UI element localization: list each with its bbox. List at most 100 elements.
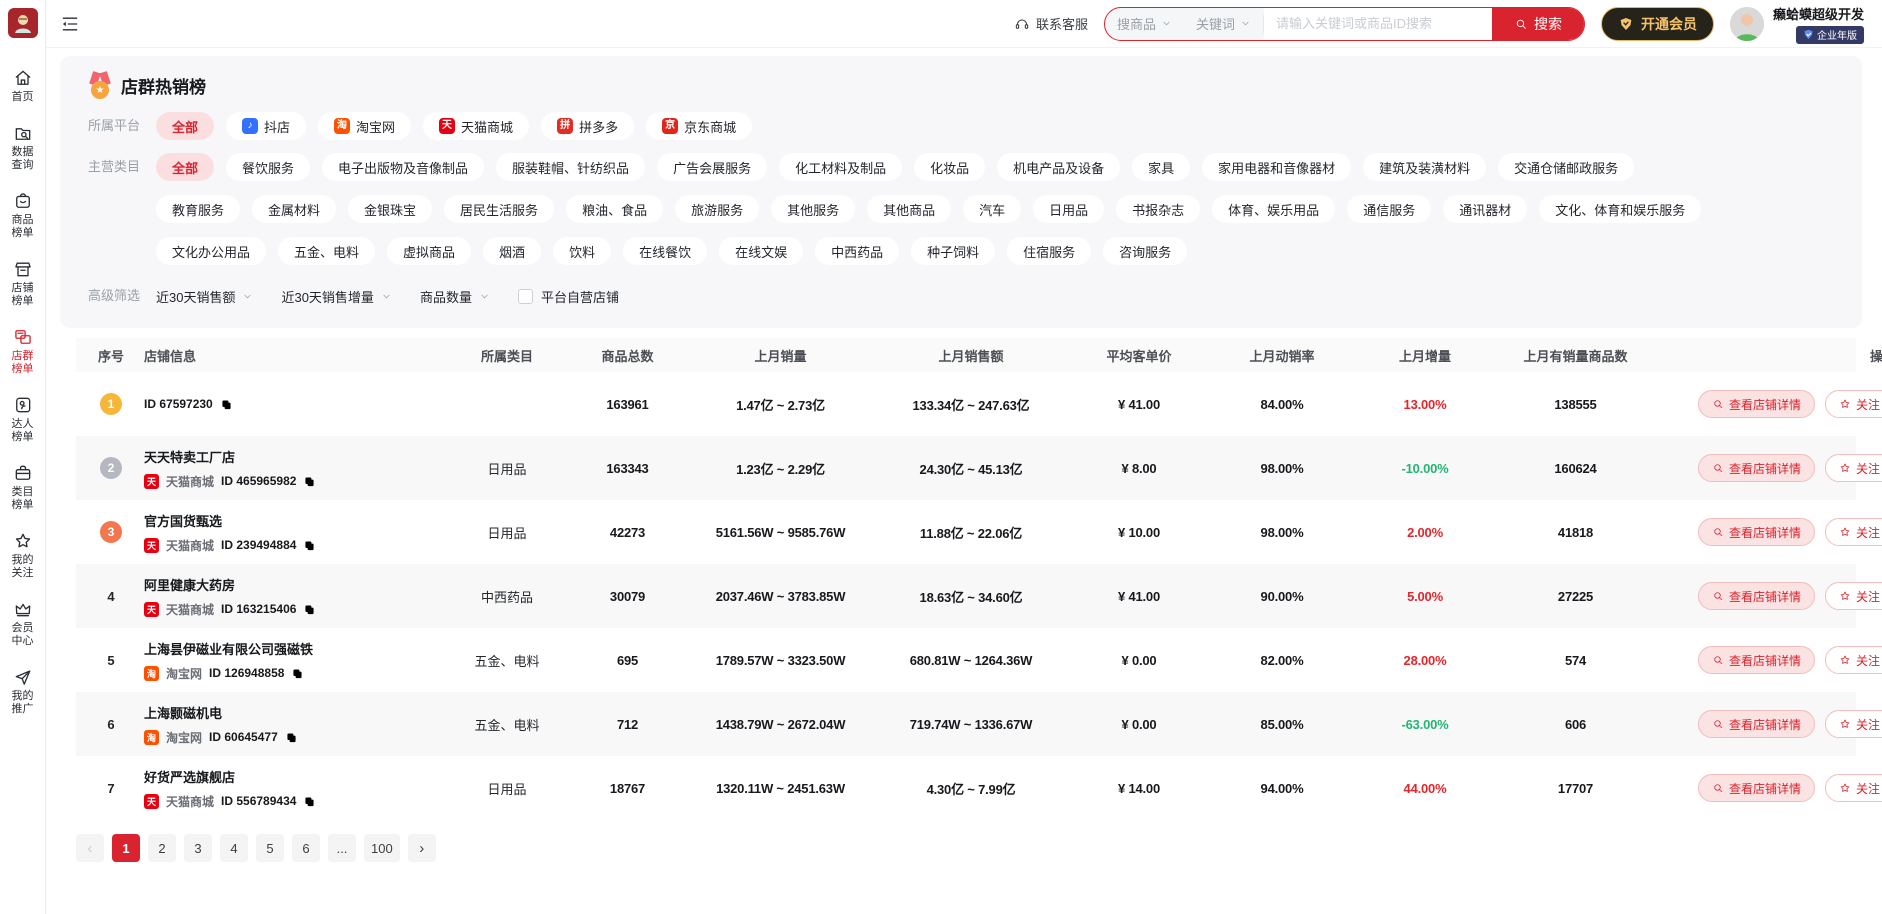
search-button[interactable]: 搜索 (1492, 8, 1584, 40)
sidebar-item-category-rank[interactable]: 类目榜单 (11, 463, 35, 512)
pagination-next-button[interactable]: › (408, 834, 436, 862)
pagination-page-6[interactable]: 6 (292, 834, 320, 862)
category-tag[interactable]: 体育、娱乐用品 (1212, 195, 1335, 223)
copy-id-button[interactable] (303, 795, 316, 808)
view-shop-detail-button[interactable]: 查看店铺详情 (1698, 774, 1815, 802)
category-tag[interactable]: 日用品 (1033, 195, 1104, 223)
category-tag[interactable]: 金银珠宝 (348, 195, 432, 223)
pagination-page-1[interactable]: 1 (112, 834, 140, 862)
category-tag[interactable]: 金属材料 (252, 195, 336, 223)
pagination-page-3[interactable]: 3 (184, 834, 212, 862)
collapse-sidebar-icon[interactable] (60, 14, 80, 34)
category-tag[interactable]: 餐饮服务 (226, 153, 310, 181)
category-tag[interactable]: 烟酒 (483, 237, 541, 265)
follow-button[interactable]: 关注 (1825, 774, 1882, 802)
copy-id-button[interactable] (220, 398, 233, 411)
pagination-ellipsis[interactable]: ... (328, 834, 356, 862)
search-field-select[interactable]: 关键词 (1184, 8, 1263, 40)
follow-button[interactable]: 关注 (1825, 582, 1882, 610)
category-tag[interactable]: 交通仓储邮政服务 (1498, 153, 1634, 181)
view-shop-detail-button[interactable]: 查看店铺详情 (1698, 454, 1815, 482)
sidebar-item-product-rank[interactable]: 商品榜单 (11, 191, 35, 240)
category-tag[interactable]: 教育服务 (156, 195, 240, 223)
platform-tag-pdd[interactable]: 拼拼多多 (541, 112, 634, 140)
copy-id-button[interactable] (303, 539, 316, 552)
category-tag[interactable]: 旅游服务 (675, 195, 759, 223)
sidebar-item-my-follows[interactable]: 我的关注 (11, 531, 35, 580)
category-tag[interactable]: 电子出版物及音像制品 (322, 153, 484, 181)
copy-id-button[interactable] (303, 603, 316, 616)
platform-tag-taobao[interactable]: 淘淘宝网 (318, 112, 411, 140)
category-tag[interactable]: 在线餐饮 (623, 237, 707, 265)
category-tag[interactable]: 五金、电料 (278, 237, 375, 265)
search-input[interactable] (1264, 8, 1492, 40)
pagination-prev-button[interactable]: ‹ (76, 834, 104, 862)
category-tag[interactable]: 通信服务 (1347, 195, 1431, 223)
category-tag[interactable]: 在线文娱 (719, 237, 803, 265)
sidebar-item-home[interactable]: 首页 (11, 68, 35, 104)
category-tag[interactable]: 饮料 (553, 237, 611, 265)
category-tag[interactable]: 通讯器材 (1443, 195, 1527, 223)
open-vip-button[interactable]: 开通会员 (1601, 7, 1714, 41)
platform-tag-all[interactable]: 全部 (156, 112, 214, 140)
copy-id-button[interactable] (303, 475, 316, 488)
category-tag[interactable]: 住宿服务 (1007, 237, 1091, 265)
sidebar-item-my-promotion[interactable]: 我的推广 (11, 667, 35, 716)
category-tag[interactable]: 汽车 (963, 195, 1021, 223)
category-tag[interactable]: 虚拟商品 (387, 237, 471, 265)
category-tag[interactable]: 其他服务 (771, 195, 855, 223)
contact-service-button[interactable]: 联系客服 (1014, 14, 1088, 33)
pagination-page-5[interactable]: 5 (256, 834, 284, 862)
pagination-page-2[interactable]: 2 (148, 834, 176, 862)
category-tag[interactable]: 建筑及装潢材料 (1363, 153, 1486, 181)
advanced-filter-dropdown-0[interactable]: 近30天销售额 (156, 287, 253, 306)
category-tag[interactable]: 居民生活服务 (444, 195, 554, 223)
platform-tag-jd[interactable]: 京京东商城 (646, 112, 752, 140)
category-tag[interactable]: 文化办公用品 (156, 237, 266, 265)
category-tag[interactable]: 咨询服务 (1103, 237, 1187, 265)
view-shop-detail-label: 查看店铺详情 (1729, 460, 1801, 477)
category-tag[interactable]: 家用电器和音像器材 (1202, 153, 1351, 181)
sidebar-item-influencer-rank[interactable]: 达人榜单 (11, 395, 35, 444)
category-tag[interactable]: 家具 (1132, 153, 1190, 181)
category-tag[interactable]: 化妆品 (914, 153, 985, 181)
category-tag[interactable]: 种子饲料 (911, 237, 995, 265)
pagination-page-100[interactable]: 100 (364, 834, 400, 862)
view-shop-detail-button[interactable]: 查看店铺详情 (1698, 582, 1815, 610)
sidebar-item-shop-group-rank[interactable]: 店群榜单 (11, 327, 35, 376)
category-tag[interactable]: 化工材料及制品 (779, 153, 902, 181)
sidebar-item-data-query[interactable]: 数据查询 (11, 123, 35, 172)
category-tag[interactable]: 文化、体育和娱乐服务 (1539, 195, 1701, 223)
category-tag-label: 家用电器和音像器材 (1218, 158, 1335, 177)
view-shop-detail-button[interactable]: 查看店铺详情 (1698, 390, 1815, 418)
follow-button[interactable]: 关注 (1825, 390, 1882, 418)
advanced-filter-dropdown-2[interactable]: 商品数量 (420, 287, 490, 306)
follow-button[interactable]: 关注 (1825, 710, 1882, 738)
platform-tag-tmall[interactable]: 天天猫商城 (423, 112, 529, 140)
search-scope-select[interactable]: 搜商品 (1105, 8, 1184, 40)
self-operated-checkbox[interactable] (518, 289, 533, 304)
app-logo[interactable] (8, 8, 38, 38)
avatar[interactable] (1730, 7, 1764, 41)
advanced-filter-dropdown-1[interactable]: 近30天销售增量 (281, 287, 391, 306)
category-tag[interactable]: 服装鞋帽、针纺织品 (496, 153, 645, 181)
view-shop-detail-button[interactable]: 查看店铺详情 (1698, 646, 1815, 674)
follow-button[interactable]: 关注 (1825, 454, 1882, 482)
copy-id-button[interactable] (291, 667, 304, 680)
copy-id-button[interactable] (285, 731, 298, 744)
view-shop-detail-button[interactable]: 查看店铺详情 (1698, 518, 1815, 546)
category-tag[interactable]: 其他商品 (867, 195, 951, 223)
category-tag[interactable]: 书报杂志 (1116, 195, 1200, 223)
category-tag[interactable]: 广告会展服务 (657, 153, 767, 181)
category-tag[interactable]: 全部 (156, 153, 214, 181)
category-tag[interactable]: 中西药品 (815, 237, 899, 265)
platform-tag-douyin[interactable]: ♪抖店 (226, 112, 306, 140)
sidebar-item-member-center[interactable]: 会员中心 (11, 599, 35, 648)
follow-button[interactable]: 关注 (1825, 518, 1882, 546)
category-tag[interactable]: 粮油、食品 (566, 195, 663, 223)
pagination-page-4[interactable]: 4 (220, 834, 248, 862)
view-shop-detail-button[interactable]: 查看店铺详情 (1698, 710, 1815, 738)
follow-button[interactable]: 关注 (1825, 646, 1882, 674)
sidebar-item-shop-rank[interactable]: 店铺榜单 (11, 259, 35, 308)
category-tag[interactable]: 机电产品及设备 (997, 153, 1120, 181)
